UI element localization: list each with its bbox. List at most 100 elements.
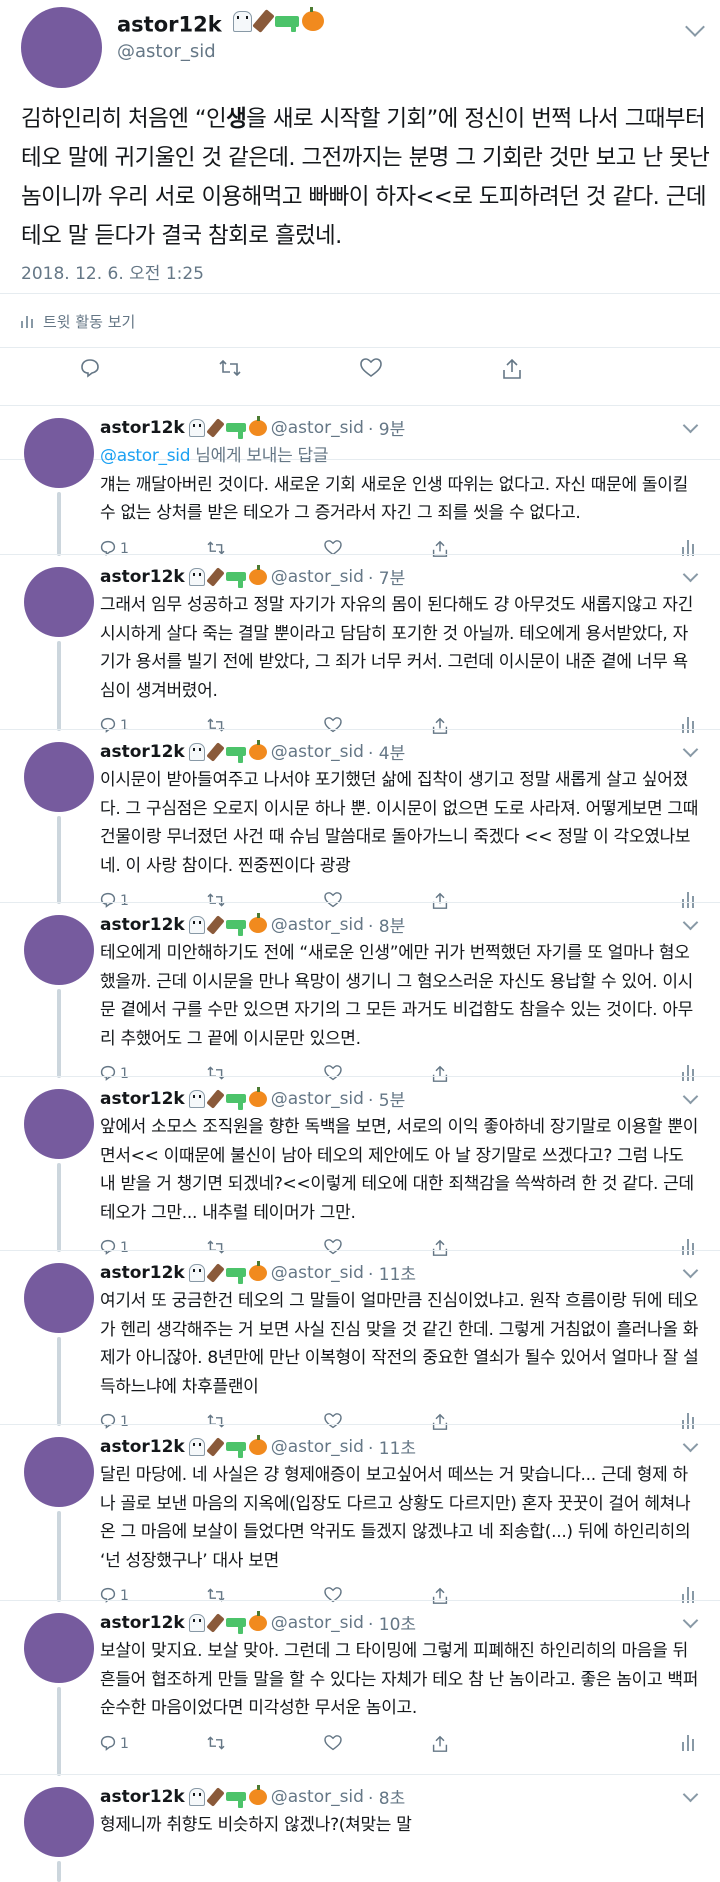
pumpkin-emoji-icon xyxy=(248,912,267,933)
reply-icon[interactable] xyxy=(80,358,100,378)
relative-time[interactable]: · 5분 xyxy=(368,1086,405,1111)
relative-time[interactable]: · 10초 xyxy=(368,1610,416,1635)
retweet-icon[interactable] xyxy=(206,1735,226,1751)
relative-time[interactable]: · 11초 xyxy=(368,1434,416,1459)
retweet-icon[interactable] xyxy=(218,358,242,378)
name-emojis xyxy=(233,7,324,33)
chevron-down-icon[interactable] xyxy=(685,17,705,37)
display-name[interactable]: astor12k xyxy=(100,1263,185,1283)
avatar[interactable] xyxy=(24,567,94,637)
reply-tweet[interactable]: astor12k @astor_sid · 5분 앞에서 소모스 조직원을 향한… xyxy=(0,1076,720,1256)
like-icon[interactable] xyxy=(360,358,382,378)
chevron-down-icon[interactable] xyxy=(682,1436,699,1453)
chevron-down-icon[interactable] xyxy=(682,1262,699,1279)
tweet-activity-link[interactable]: 트윗 활동 보기 xyxy=(21,311,135,332)
avatar[interactable] xyxy=(24,1787,94,1857)
chevron-down-icon[interactable] xyxy=(682,417,699,434)
handle[interactable]: @astor_sid xyxy=(271,1613,364,1633)
avatar[interactable] xyxy=(24,742,94,812)
replying-to: @astor_sid 님에게 보내는 답글 xyxy=(100,442,700,471)
avatar[interactable] xyxy=(24,1089,94,1159)
analytics-icon[interactable] xyxy=(682,1734,696,1751)
chevron-down-icon[interactable] xyxy=(682,1612,699,1629)
handle[interactable]: @astor_sid xyxy=(271,1089,364,1109)
pumpkin-emoji-icon xyxy=(248,1434,267,1455)
handle[interactable]: @astor_sid xyxy=(271,1787,364,1807)
coffin-emoji-icon xyxy=(206,741,225,762)
display-name[interactable]: astor12k xyxy=(100,1787,185,1807)
chevron-down-icon[interactable] xyxy=(682,1088,699,1105)
display-name[interactable]: astor12k xyxy=(117,7,324,37)
handle[interactable]: @astor_sid xyxy=(271,567,364,587)
replying-to-handle[interactable]: @astor_sid xyxy=(100,446,191,466)
display-name[interactable]: astor12k xyxy=(100,1089,185,1109)
water-pistol-emoji-icon xyxy=(225,572,246,588)
display-name-text[interactable]: astor12k xyxy=(117,13,222,37)
water-pistol-emoji-icon xyxy=(275,15,299,32)
display-name[interactable]: astor12k xyxy=(100,742,185,762)
reply-count: 1 xyxy=(120,1735,129,1752)
reply-text: 달린 마당에. 네 사실은 걍 형제애증이 보고싶어서 떼쓰는 거 맞습니다..… xyxy=(100,1461,700,1575)
tweet-text-bold: 생 xyxy=(226,106,247,132)
chevron-down-icon[interactable] xyxy=(682,741,699,758)
reply-tweet[interactable]: astor12k @astor_sid · 8분 테오에게 미안해하기도 전에 … xyxy=(0,902,720,1082)
chevron-down-icon[interactable] xyxy=(682,914,699,931)
water-pistol-emoji-icon xyxy=(225,1442,246,1458)
reply-header: astor12k @astor_sid · 8분 xyxy=(100,912,405,937)
reply-text: 그래서 임무 성공하고 정말 자기가 자유의 몸이 된다해도 걍 아무것도 새롭… xyxy=(100,591,700,705)
avatar[interactable] xyxy=(24,1613,94,1683)
display-name[interactable]: astor12k xyxy=(100,1437,185,1457)
handle[interactable]: @astor_sid xyxy=(271,1263,364,1283)
reply-tweet[interactable]: astor12k @astor_sid · 7분 그래서 임무 성공하고 정말 … xyxy=(0,554,720,734)
relative-time[interactable]: · 7분 xyxy=(368,564,405,589)
water-pistol-emoji-icon xyxy=(225,1094,246,1110)
reply-tweet[interactable]: astor12k @astor_sid · 9분 @astor_sid 님에게 … xyxy=(0,405,720,557)
handle[interactable]: @astor_sid xyxy=(271,1437,364,1457)
reply-body: 달린 마당에. 네 사실은 걍 형제애증이 보고싶어서 떼쓰는 거 맞습니다..… xyxy=(100,1465,691,1571)
pumpkin-emoji-icon xyxy=(248,1784,267,1805)
relative-time[interactable]: · 4분 xyxy=(368,739,405,764)
relative-time[interactable]: · 11초 xyxy=(368,1260,416,1285)
relative-time[interactable]: · 8분 xyxy=(368,912,405,937)
reply-tweet[interactable]: astor12k @astor_sid · 4분 이시문이 받아들여주고 나서야… xyxy=(0,729,720,909)
display-name[interactable]: astor12k xyxy=(100,915,185,935)
name-emojis xyxy=(188,912,267,936)
timestamp[interactable]: 2018. 12. 6. 오전 1:25 xyxy=(21,259,204,284)
coffin-emoji-icon xyxy=(206,1262,225,1283)
tweet-activity-label: 트윗 활동 보기 xyxy=(43,313,136,331)
reply-header: astor12k @astor_sid · 5분 xyxy=(100,1086,405,1111)
avatar[interactable] xyxy=(24,1437,94,1507)
handle[interactable]: @astor_sid xyxy=(271,915,364,935)
relative-time[interactable]: · 9분 xyxy=(368,415,405,440)
avatar[interactable] xyxy=(21,7,102,88)
display-name[interactable]: astor12k xyxy=(100,567,185,587)
reply-header: astor12k @astor_sid · 8초 xyxy=(100,1784,405,1809)
ghost-emoji-icon xyxy=(188,1787,205,1806)
water-pistol-emoji-icon xyxy=(225,1268,246,1284)
chevron-down-icon[interactable] xyxy=(682,566,699,583)
avatar[interactable] xyxy=(24,418,94,488)
avatar[interactable] xyxy=(24,1263,94,1333)
reply-icon[interactable] xyxy=(100,1735,116,1751)
ghost-emoji-icon xyxy=(188,742,205,761)
share-icon[interactable] xyxy=(432,1735,448,1753)
reply-tweet[interactable]: astor12k @astor_sid · 8초 형제니까 취향도 비슷하지 않… xyxy=(0,1774,720,1882)
display-name[interactable]: astor12k xyxy=(100,418,185,438)
handle[interactable]: @astor_sid xyxy=(271,418,364,438)
name-emojis xyxy=(188,1086,267,1110)
display-name[interactable]: astor12k xyxy=(100,1613,185,1633)
handle[interactable]: @astor_sid xyxy=(117,41,216,62)
share-icon[interactable] xyxy=(502,358,522,380)
handle[interactable]: @astor_sid xyxy=(271,742,364,762)
water-pistol-emoji-icon xyxy=(225,1792,246,1808)
relative-time[interactable]: · 8초 xyxy=(368,1784,405,1809)
reply-text: 테오에게 미안해하기도 전에 “새로운 인생”에만 귀가 번쩍했던 자기를 또 … xyxy=(100,939,700,1053)
chevron-down-icon[interactable] xyxy=(682,1786,699,1803)
reply-tweet[interactable]: astor12k @astor_sid · 10초 보살이 맞지요. 보살 맞아… xyxy=(0,1600,720,1776)
reply-tweet[interactable]: astor12k @astor_sid · 11초 여기서 또 궁금한건 테오의… xyxy=(0,1250,720,1430)
pumpkin-emoji-icon xyxy=(248,1260,267,1281)
like-icon[interactable] xyxy=(324,1734,342,1751)
avatar[interactable] xyxy=(24,915,94,985)
coffin-emoji-icon xyxy=(206,1786,225,1807)
reply-tweet[interactable]: astor12k @astor_sid · 11초 달린 마당에. 네 사실은 … xyxy=(0,1424,720,1604)
